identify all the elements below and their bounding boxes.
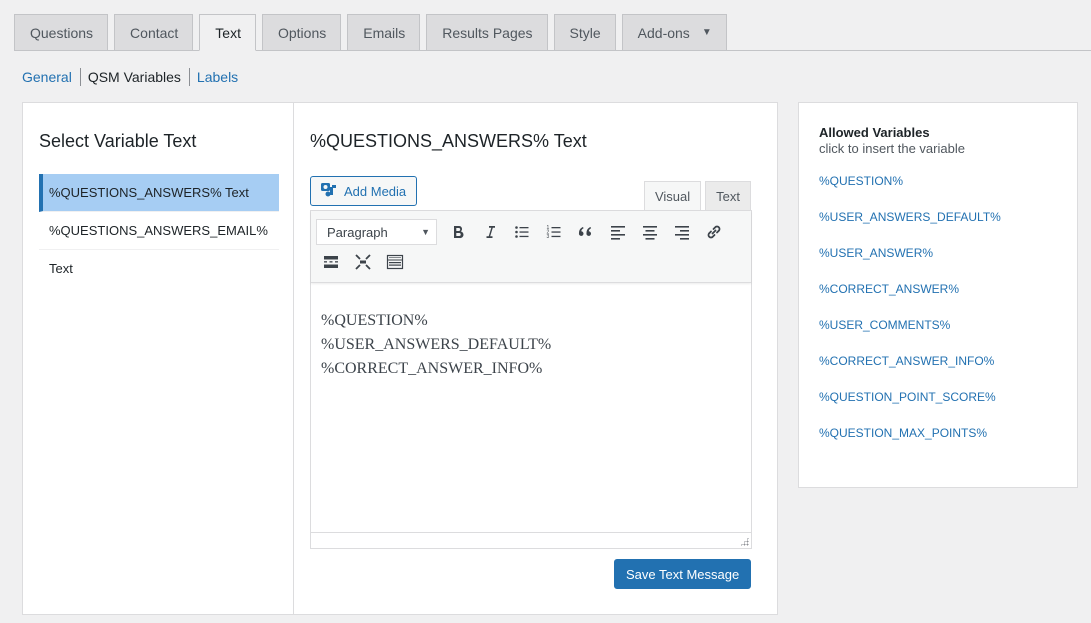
fullscreen-icon[interactable] [348, 248, 378, 276]
subnav-separator [188, 68, 190, 86]
settings-tabs: Questions Contact Text Options Emails Re… [14, 14, 1091, 51]
tab-contact[interactable]: Contact [114, 14, 194, 50]
content-line: %QUESTION% [321, 312, 428, 329]
select-variable-title: Select Variable Text [39, 131, 197, 151]
tab-results-pages[interactable]: Results Pages [426, 14, 548, 50]
allowed-variable-item[interactable]: %CORRECT_ANSWER% [819, 282, 1057, 318]
tab-label: Questions [30, 24, 94, 41]
allowed-variables-title: Allowed Variables [819, 125, 930, 140]
tab-label: Text [215, 24, 241, 41]
format-select[interactable]: Paragraph ▼ [316, 219, 437, 245]
format-select-value: Paragraph [327, 224, 388, 240]
media-icon [320, 182, 338, 201]
read-more-icon[interactable] [316, 248, 346, 276]
editor-mode-tabs: Visual Text [643, 181, 751, 211]
variable-item-questions-answers-email[interactable]: %QUESTIONS_ANSWERS_EMAIL% Text [39, 212, 279, 276]
editor-content[interactable]: %QUESTION% %USER_ANSWERS_DEFAULT% %CORRE… [311, 283, 751, 381]
numbered-list-icon[interactable]: 123 [539, 218, 569, 246]
italic-icon[interactable] [475, 218, 505, 246]
add-media-button[interactable]: Add Media [310, 176, 418, 206]
tab-text-mode[interactable]: Text [705, 181, 751, 210]
tab-label: Emails [363, 24, 406, 41]
tab-label: Contact [130, 24, 179, 41]
sub-navigation: General QSM Variables Labels [22, 68, 238, 86]
content-line: %USER_ANSWERS_DEFAULT% [321, 336, 552, 353]
allowed-variables-list: %QUESTION% %USER_ANSWERS_DEFAULT% %USER_… [819, 174, 1057, 462]
resize-handle-icon[interactable] [740, 537, 749, 546]
subnav-separator [79, 68, 81, 86]
allowed-variable-item[interactable]: %QUESTION% [819, 174, 1057, 210]
toolbar-toggle-icon[interactable] [380, 248, 410, 276]
allowed-variable-item[interactable]: %USER_ANSWERS_DEFAULT% [819, 210, 1057, 246]
subnav-labels[interactable]: Labels [197, 69, 238, 85]
allowed-variable-item[interactable]: %QUESTION_POINT_SCORE% [819, 390, 1057, 426]
add-media-label: Add Media [344, 183, 407, 199]
rich-text-editor: Paragraph ▼ 123 %QUESTION% %USER_ANSWERS… [310, 210, 752, 549]
align-right-icon[interactable] [667, 218, 697, 246]
allowed-variables-panel: Allowed Variables click to insert the va… [798, 102, 1078, 488]
align-left-icon[interactable] [603, 218, 633, 246]
editor-toolbar: Paragraph ▼ 123 [311, 211, 751, 283]
tab-questions[interactable]: Questions [14, 14, 109, 50]
editor-status-bar [311, 532, 751, 548]
variable-text-panel: Select Variable Text %QUESTIONS_ANSWERS%… [22, 102, 778, 615]
chevron-down-icon: ▼ [421, 227, 430, 237]
tab-label: Results Pages [442, 24, 533, 41]
link-icon[interactable] [699, 218, 729, 246]
tab-style[interactable]: Style [553, 14, 616, 50]
tab-add-ons[interactable]: Add-ons ▼ [621, 14, 727, 50]
caret-down-icon: ▼ [701, 27, 712, 38]
save-text-message-button[interactable]: Save Text Message [614, 559, 752, 589]
editor-column: %QUESTIONS_ANSWERS% Text Add Media Visua… [294, 103, 777, 614]
tab-text[interactable]: Text [199, 14, 256, 51]
allowed-variables-hint: click to insert the variable [819, 141, 965, 156]
editor-title: %QUESTIONS_ANSWERS% Text [310, 131, 587, 151]
bold-icon[interactable] [443, 218, 473, 246]
blockquote-icon[interactable] [571, 218, 601, 246]
variable-select-column: Select Variable Text %QUESTIONS_ANSWERS%… [23, 103, 294, 614]
allowed-variable-item[interactable]: %USER_ANSWER% [819, 246, 1057, 282]
align-center-icon[interactable] [635, 218, 665, 246]
allowed-variable-item[interactable]: %QUESTION_MAX_POINTS% [819, 426, 1057, 462]
bullet-list-icon[interactable] [507, 218, 537, 246]
tab-options[interactable]: Options [261, 14, 342, 50]
content-line: %CORRECT_ANSWER_INFO% [321, 360, 543, 377]
tab-emails[interactable]: Emails [347, 14, 421, 50]
variable-item-questions-answers[interactable]: %QUESTIONS_ANSWERS% Text [39, 174, 279, 212]
tab-visual[interactable]: Visual [643, 181, 702, 211]
subnav-general[interactable]: General [22, 69, 72, 85]
tab-label: Add-ons [637, 24, 690, 41]
tab-label: Options [277, 24, 327, 41]
tab-label: Style [569, 24, 601, 41]
allowed-variable-item[interactable]: %CORRECT_ANSWER_INFO% [819, 354, 1057, 390]
variable-list: %QUESTIONS_ANSWERS% Text %QUESTIONS_ANSW… [39, 174, 279, 276]
subnav-qsm-variables[interactable]: QSM Variables [88, 69, 181, 85]
svg-text:3: 3 [547, 234, 550, 240]
allowed-variable-item[interactable]: %USER_COMMENTS% [819, 318, 1057, 354]
